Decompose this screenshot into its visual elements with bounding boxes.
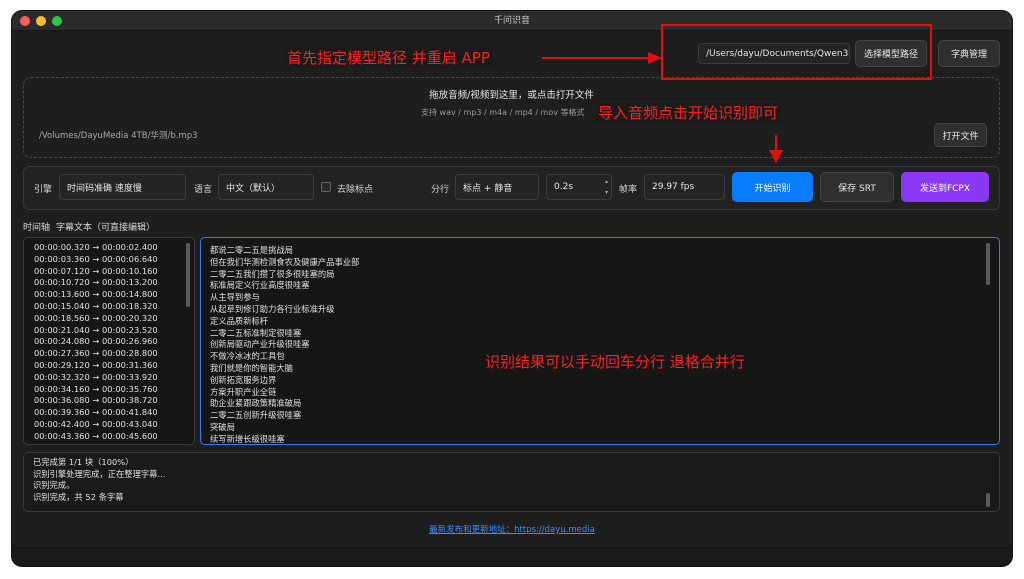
timecode-row[interactable]: 00:00:32.320 → 00:00:33.920 [34,372,194,384]
timecode-row[interactable]: 00:00:27.360 → 00:00:28.800 [34,348,194,360]
timecode-row[interactable]: 00:00:15.040 → 00:00:18.320 [34,301,194,313]
language-select[interactable]: 中文（默认） [218,174,314,200]
timecode-list[interactable]: 00:00:00.320 → 00:00:02.400 00:00:03.360 … [23,237,195,445]
log-line: 识别引擎处理完成，正在整理字幕... [33,468,166,479]
fps-label: 帧率 [619,185,638,195]
subtitle-line[interactable]: 创新拓宽服务边界 [210,375,999,387]
select-model-path-button[interactable]: 选择模型路径 [855,40,927,67]
close-window-button[interactable] [20,16,30,26]
log-line: 识别完成。 [33,480,75,490]
timecode-row[interactable]: 00:00:39.360 → 00:00:41.840 [34,407,194,419]
subtitle-line[interactable]: 方案升职产业全链 [210,387,999,399]
log-line: 已完成第 1/1 块（100%） [33,457,134,467]
engine-label: 引擎 [34,185,53,195]
subtitle-line[interactable]: 二零二五创新升级很哇塞 [210,410,999,422]
log-scrollbar[interactable] [986,493,990,507]
supported-formats-text: 支持 wav / mp3 / m4a / mp4 / mov 等格式 [421,108,585,117]
log-line: 识别完成，共 52 条字幕 [33,491,124,502]
remove-punctuation-checkbox[interactable] [321,182,331,192]
subtitle-line[interactable]: 都说二零二五是挑战局 [210,245,999,257]
timecode-row[interactable]: 00:00:29.120 → 00:00:31.360 [34,360,194,372]
selected-file-path: /Volumes/DayuMedia 4TB/华测/b.mp3 [39,131,198,141]
annotation-import: 导入音频点击开始识别即可 [595,103,782,123]
timecode-row[interactable]: 00:00:42.400 → 00:00:43.040 [34,419,194,431]
annotation-model-path: 首先指定模型路径 并重启 APP [284,48,493,68]
stepper-arrows-icon[interactable]: ▴ ▾ [605,176,608,198]
timeline-header: 时间轴 [23,223,51,233]
subtitle-line[interactable]: 但在我们华测检测食农及健康产品事业部 [210,257,999,269]
timecode-row[interactable]: 00:00:03.360 → 00:00:06.640 [34,254,194,266]
timecode-row[interactable]: 00:00:07.120 → 00:00:10.160 [34,266,194,278]
save-srt-button[interactable]: 保存 SRT [820,172,894,202]
model-path-field[interactable]: /Users/dayu/Documents/Qwen3-A [698,43,850,64]
annotation-arrow-right-icon [542,52,662,64]
dictionary-button[interactable]: 字典管理 [938,40,1000,67]
timecode-row[interactable]: 00:00:18.560 → 00:00:20.320 [34,313,194,325]
subtitle-line[interactable]: 突破局 [210,422,999,434]
update-link[interactable]: 最新发布和更新地址：https://dayu.media [12,523,1012,535]
subtitle-header: 字幕文本（可直接编辑） [56,223,156,233]
start-recognition-button[interactable]: 开始识别 [732,172,813,202]
fps-select[interactable]: 29.97 fps [644,174,725,200]
timecode-row[interactable]: 00:00:21.040 → 00:00:23.520 [34,325,194,337]
zoom-window-button[interactable] [52,16,62,26]
subtitle-scrollbar[interactable] [986,243,990,285]
subtitle-line[interactable]: 定义品质新标杆 [210,316,999,328]
subtitle-line[interactable]: 续写新增长级很哇塞 [210,434,999,444]
split-mode-select[interactable]: 标点 + 静音 [455,174,539,200]
app-window: 千问识音 首先指定模型路径 并重启 APP /Users/dayu/Docume… [12,11,1012,566]
timecode-row[interactable]: 00:00:13.600 → 00:00:14.800 [34,289,194,301]
subtitle-line[interactable]: 从起草到修订助力各行业标准升级 [210,304,999,316]
engine-select[interactable]: 时间码准确 速度慢 [59,174,186,200]
timecode-row[interactable]: 00:00:36.080 → 00:00:38.720 [34,395,194,407]
subtitle-line[interactable]: 二零二五我们攒了很多很哇塞的局 [210,269,999,281]
minimize-window-button[interactable] [36,16,46,26]
split-label: 分行 [431,185,450,195]
log-panel: 已完成第 1/1 块（100%） 识别引擎处理完成，正在整理字幕... 识别完成。识… [23,452,1000,512]
drop-zone-title: 拖放音频/视频到这里，或点击打开文件 [429,90,594,101]
language-label: 语言 [194,185,213,195]
subtitle-line[interactable]: 二零二五标准制定很哇塞 [210,328,999,340]
annotation-arrow-down-icon [769,135,783,163]
subtitle-line[interactable]: 助企业紧跟政策精准破局 [210,398,999,410]
timecode-row[interactable]: 00:00:43.360 → 00:00:45.600 [34,431,194,443]
subtitle-line[interactable]: 标准局定义行业高度很哇塞 [210,280,999,292]
remove-punctuation-label: 去除标点 [337,185,374,195]
timecode-row[interactable]: 00:00:34.160 → 00:00:35.760 [34,384,194,396]
annotation-result: 识别结果可以手动回车分行 退格合并行 [482,352,748,372]
subtitle-line[interactable]: 创新局驱动产业升级很哇塞 [210,339,999,351]
gap-value: 0.2s [554,182,574,192]
timecode-row[interactable]: 00:00:24.080 → 00:00:26.960 [34,336,194,348]
subtitle-editor[interactable]: 都说二零二五是挑战局 但在我们华测检测食农及健康产品事业部 二零二五我们攒了很多很哇… [200,237,1000,445]
timecode-row[interactable]: 00:00:00.320 → 00:00:02.400 [34,242,194,254]
open-file-button[interactable]: 打开文件 [934,123,987,147]
send-to-fcpx-button[interactable]: 发送到FCPX [901,172,989,202]
gap-stepper[interactable]: 0.2s [546,174,612,200]
timecode-scrollbar[interactable] [186,243,190,307]
status-bar [12,547,1012,566]
subtitle-line[interactable]: 从主导到参与 [210,292,999,304]
timecode-row[interactable]: 00:00:10.720 → 00:00:13.200 [34,277,194,289]
